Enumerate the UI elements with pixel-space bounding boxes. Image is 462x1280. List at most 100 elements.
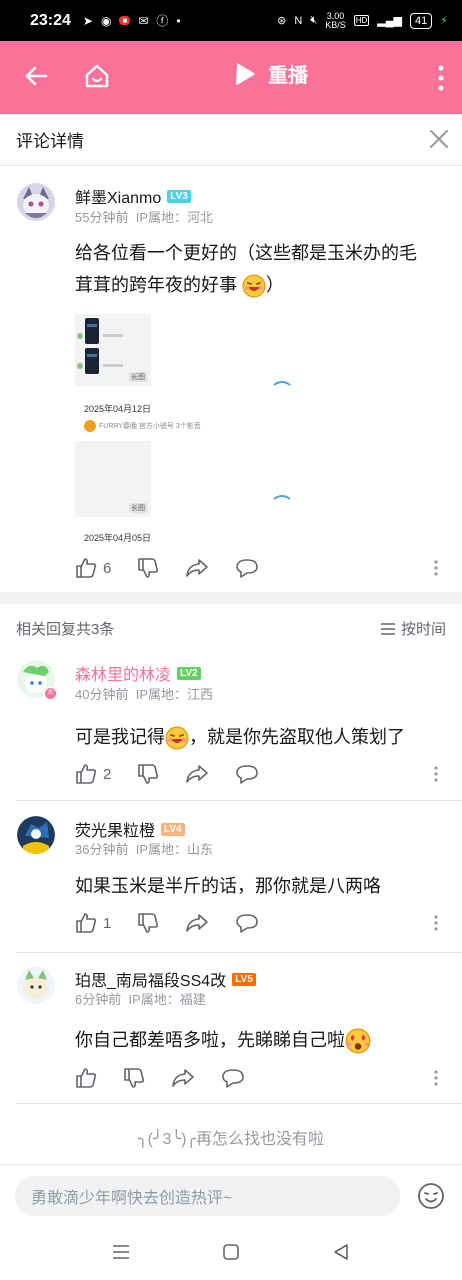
image-caption-date: 2025年04月12日	[84, 404, 152, 414]
like-button[interactable]	[75, 1067, 97, 1089]
thumbs-down-icon	[138, 764, 159, 784]
comment-input[interactable]: 勇敢滴少年啊快去创造热评~	[15, 1176, 400, 1216]
source-logo-icon	[84, 420, 96, 432]
more-options-icon[interactable]	[433, 914, 439, 932]
close-icon[interactable]	[428, 128, 450, 150]
comment-image-1[interactable]: 长图	[75, 314, 151, 386]
share-button[interactable]	[185, 763, 209, 785]
comment-detail-header: 评论详情	[0, 114, 462, 166]
facebook-icon: ⓕ	[156, 14, 169, 28]
reply-button[interactable]	[235, 557, 259, 579]
share-icon	[186, 765, 209, 783]
reply-text: 如果玉米是半斤的话，那你就是八两咯	[75, 876, 381, 896]
menu-nav-icon[interactable]	[112, 1244, 130, 1260]
page-title: 评论详情	[16, 132, 84, 151]
more-options-icon[interactable]	[433, 765, 439, 783]
comment-actions: 6	[75, 557, 259, 579]
avatar[interactable]	[17, 966, 55, 1004]
comment-bubble-icon	[236, 559, 259, 578]
reply-meta: 40分钟前 IP属地：江西	[75, 687, 213, 702]
vpn-icon: ⊛	[277, 15, 287, 27]
share-button[interactable]	[185, 557, 209, 579]
replay-label: 重播	[268, 65, 308, 87]
reply-username[interactable]: 珀思_南局福段SS4改 LV5	[75, 967, 256, 991]
home-nav-icon[interactable]	[222, 1243, 240, 1261]
reply-button[interactable]	[235, 763, 259, 785]
level-badge: LV4	[161, 822, 185, 836]
like-count: 6	[103, 559, 112, 577]
comment-username[interactable]: 鲜墨Xianmo LV3	[75, 184, 191, 208]
status-time: 23:24	[30, 11, 71, 29]
dot-icon: •	[176, 13, 181, 28]
level-badge: LV3	[167, 189, 191, 203]
reply-text: 可是我记得 ，就是你先盗取他人策划了	[75, 721, 455, 753]
share-icon	[172, 1069, 194, 1087]
avatar[interactable]	[17, 816, 55, 854]
reply-button[interactable]	[235, 912, 259, 934]
telegram-icon: ➤	[82, 13, 93, 28]
sort-button[interactable]: 按时间	[380, 618, 446, 639]
share-icon	[186, 559, 209, 577]
dislike-button[interactable]	[137, 912, 159, 934]
section-divider	[0, 592, 462, 604]
long-image-tag: 长图	[129, 372, 147, 382]
image-caption-date: 2025年04月05日	[84, 533, 152, 543]
reply-divider	[16, 800, 462, 801]
status-notification-icons: ➤ ◉ ■ ✉ ⓕ •	[83, 12, 181, 29]
back-arrow-icon[interactable]	[22, 61, 52, 91]
network-speed: 3.00 KB/S	[325, 10, 346, 30]
sort-lines-icon	[380, 622, 395, 635]
emoji-picker-icon[interactable]	[417, 1182, 445, 1210]
thumbs-up-icon	[76, 1068, 97, 1088]
thumbs-up-icon	[76, 558, 97, 578]
share-button[interactable]	[171, 1067, 195, 1089]
comment-bubble-icon	[222, 1069, 244, 1088]
nfc-icon: N	[294, 14, 303, 27]
avatar-image	[17, 183, 55, 221]
thumbs-down-icon	[138, 558, 159, 578]
laughing-emoji-icon	[165, 726, 189, 750]
laughing-emoji-icon	[242, 274, 266, 298]
reply-actions	[75, 1067, 245, 1089]
charging-icon: ⚡	[440, 15, 448, 27]
comment-input-placeholder: 勇敢滴少年啊快去创造热评~	[31, 1190, 233, 1207]
more-options-icon[interactable]	[433, 559, 439, 577]
reply-username[interactable]: 森林里的林凌 LV2	[75, 661, 201, 685]
dislike-button[interactable]	[137, 557, 159, 579]
share-button[interactable]	[185, 912, 209, 934]
reply-divider	[16, 1103, 462, 1104]
reply-actions: 1	[75, 912, 259, 934]
thumbs-down-icon	[124, 1068, 145, 1088]
like-button[interactable]: 2	[75, 763, 111, 785]
dislike-button[interactable]	[137, 763, 159, 785]
status-bar: 23:24 ➤ ◉ ■ ✉ ⓕ • ⊛ N 🔇︎ 3.00 KB/S HD ▂▄…	[0, 0, 462, 41]
back-nav-icon[interactable]	[332, 1243, 350, 1261]
end-of-list-text: ╮(╯3╰)╭再怎么找也没有啦	[137, 1131, 325, 1148]
more-options-icon[interactable]	[433, 1069, 439, 1087]
long-image-tag: 长图	[129, 503, 147, 513]
app-icon: ■	[119, 16, 131, 25]
comment-image-2[interactable]: 长图	[75, 441, 151, 517]
like-button[interactable]: 6	[75, 557, 111, 579]
reply-username[interactable]: 荧光果粒橙 LV4	[75, 817, 185, 841]
reply-meta: 6分钟前 IP属地：福建	[75, 992, 206, 1007]
replay-button[interactable]: 重播	[232, 59, 308, 88]
avatar-image	[17, 966, 55, 1004]
reply-button[interactable]	[221, 1067, 245, 1089]
status-system-icons: ⊛ N 🔇︎ 3.00 KB/S HD ▂▄▆ 41 ⚡	[277, 10, 448, 30]
like-button[interactable]: 1	[75, 912, 111, 934]
thumbs-down-icon	[138, 913, 159, 933]
home-icon[interactable]	[82, 61, 112, 91]
dislike-button[interactable]	[123, 1067, 145, 1089]
mute-icon: 🔇︎	[310, 14, 318, 26]
thumbs-up-icon	[76, 913, 97, 933]
loading-arc-icon	[273, 381, 291, 386]
more-vertical-icon[interactable]	[436, 63, 446, 93]
reply-divider	[16, 952, 462, 953]
reply-meta: 36分钟前 IP属地：山东	[75, 842, 213, 857]
level-badge: LV5	[232, 972, 256, 986]
avatar[interactable]	[17, 183, 55, 221]
comment-bubble-icon	[236, 914, 259, 933]
battery-icon: 41	[410, 12, 433, 29]
comment-text: 给各位看一个更好的（这些都是玉米办的毛 茸茸的跨年夜的好事 ）	[75, 237, 450, 301]
